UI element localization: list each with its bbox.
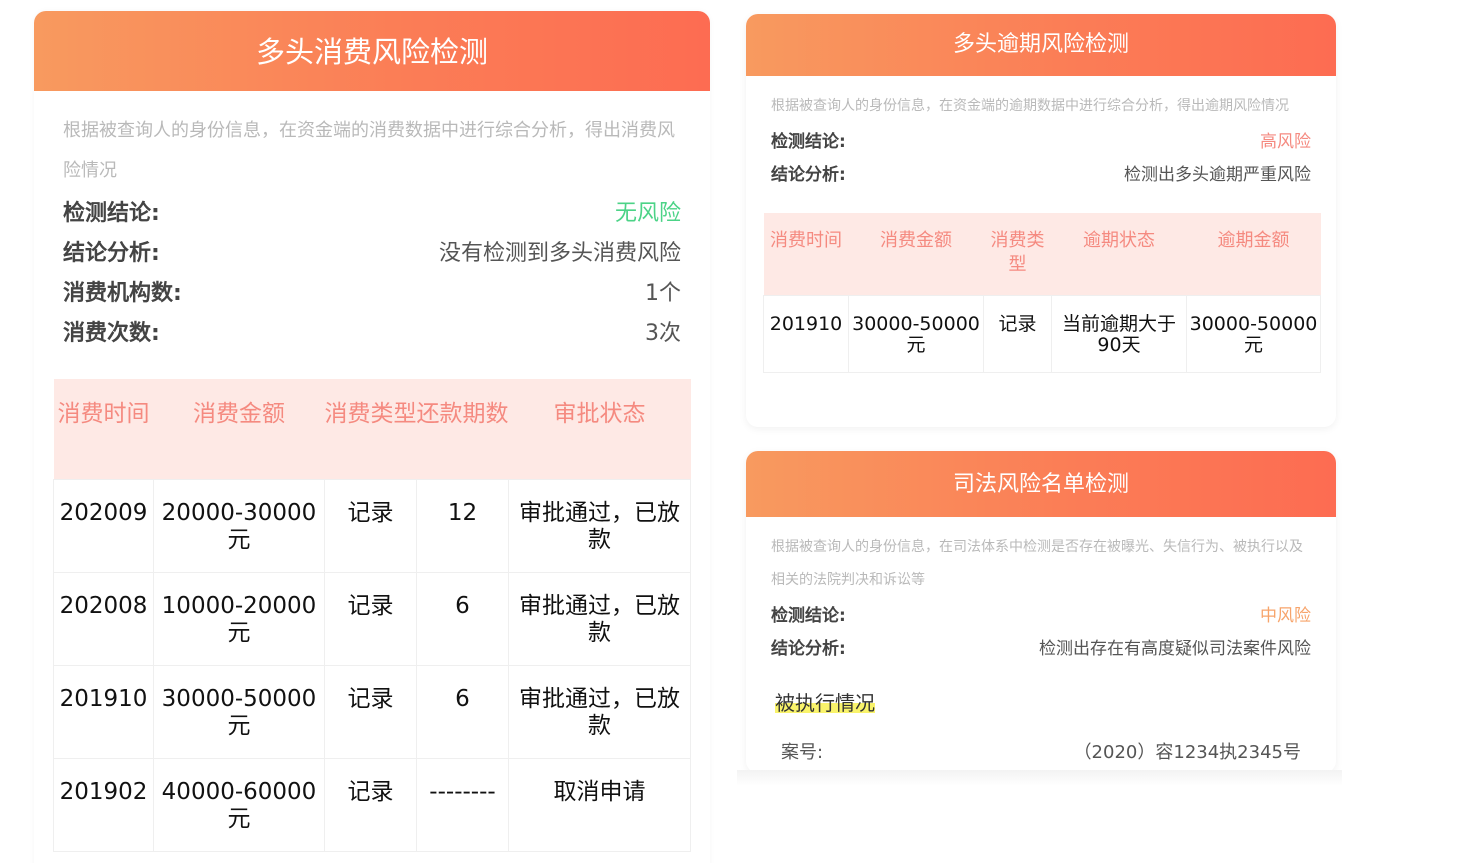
table-cell: 审批通过，已放款	[508, 664, 691, 759]
table-cell: 取消申请	[508, 757, 691, 852]
result-label: 消费机构数:	[63, 281, 182, 306]
result-row: 消费次数: 3次	[63, 311, 681, 351]
table-cell: 记录	[324, 571, 417, 666]
table-cell: 记录	[983, 294, 1052, 373]
result-value: 检测出多头逾期严重风险	[1124, 165, 1311, 185]
table-cell: 记录	[324, 757, 417, 852]
table-cell: 10000-20000元	[153, 571, 325, 666]
column-header: 还款期数	[416, 379, 509, 479]
consumption-risk-card: 多头消费风险检测 根据被查询人的身份信息，在资金端的消费数据中进行综合分析，得出…	[34, 11, 710, 863]
consumption-risk-title: 多头消费风险检测	[34, 11, 710, 91]
overdue-risk-title: 多头逾期风险检测	[746, 14, 1336, 76]
overdue-risk-card: 多头逾期风险检测 根据被查询人的身份信息，在资金端的逾期数据中进行综合分析，得出…	[746, 14, 1336, 427]
column-header: 消费时间	[763, 213, 849, 295]
column-header: 消费时间	[53, 379, 154, 479]
result-row: 检测结论: 无风险	[63, 191, 681, 231]
column-header: 逾期状态	[1051, 213, 1187, 295]
table-cell: 30000-50000元	[1186, 294, 1321, 373]
table-cell: 201910	[763, 294, 849, 373]
table-cell: 审批通过，已放款	[508, 478, 691, 573]
result-label: 结论分析:	[771, 639, 846, 659]
table-cell: 记录	[324, 478, 417, 573]
table-cell: 6	[416, 664, 509, 759]
case-number-label: 案号:	[781, 742, 824, 763]
result-value: 高风险	[1260, 132, 1311, 152]
result-row: 结论分析: 检测出多头逾期严重风险	[771, 156, 1311, 189]
judicial-risk-fields: 检测结论: 中风险结论分析: 检测出存在有高度疑似司法案件风险	[771, 597, 1311, 663]
table-cell: 202009	[53, 478, 154, 573]
result-value: 无风险	[614, 201, 681, 226]
result-value: 中风险	[1260, 606, 1311, 626]
result-row: 检测结论: 高风险	[771, 123, 1311, 156]
column-header: 审批状态	[508, 379, 691, 479]
table-cell: 30000-50000元	[153, 664, 325, 759]
consumption-risk-description: 根据被查询人的身份信息，在资金端的消费数据中进行综合分析，得出消费风险情况	[63, 120, 675, 181]
judicial-risk-card: 司法风险名单检测 根据被查询人的身份信息，在司法体系中检测是否存在被曝光、失信行…	[746, 451, 1336, 773]
result-row: 结论分析: 没有检测到多头消费风险	[63, 231, 681, 271]
judicial-risk-description: 根据被查询人的身份信息，在司法体系中检测是否存在被曝光、失信行为、被执行以及相关…	[771, 539, 1303, 588]
table-row: 201910 30000-50000元 记录 当前逾期大于90天 30000-50000…	[763, 294, 1321, 373]
result-value: 3次	[645, 321, 681, 346]
overdue-table: 消费时间 消费金额 消费类型 逾期状态 逾期金额 201910 30000-50000元记…	[763, 213, 1321, 373]
result-label: 检测结论:	[771, 606, 846, 626]
column-header: 消费金额	[153, 379, 325, 479]
table-cell: 审批通过，已放款	[508, 571, 691, 666]
table-cell: 记录	[324, 664, 417, 759]
table-row: 201910 30000-50000元 记录 6 审批通过，已放款	[53, 664, 691, 759]
result-label: 结论分析:	[63, 241, 160, 266]
table-cell: --------	[416, 757, 509, 852]
result-row: 结论分析: 检测出存在有高度疑似司法案件风险	[771, 630, 1311, 663]
column-header: 消费类型	[983, 213, 1052, 295]
case-number-row: 案号: （2020）容1234执2345号	[771, 738, 1311, 764]
consumption-risk-fields: 检测结论: 无风险结论分析: 没有检测到多头消费风险消费机构数: 1个消费次数: 3次	[63, 191, 681, 351]
result-row: 检测结论: 中风险	[771, 597, 1311, 630]
table-row: 202008 10000-20000元 记录 6 审批通过，已放款	[53, 571, 691, 666]
scroll-fade	[737, 770, 1342, 786]
result-value: 没有检测到多头消费风险	[438, 241, 681, 266]
result-label: 检测结论:	[771, 132, 846, 152]
table-cell: 当前逾期大于90天	[1051, 294, 1187, 373]
table-cell: 6	[416, 571, 509, 666]
judicial-risk-title: 司法风险名单检测	[746, 451, 1336, 517]
result-row: 消费机构数: 1个	[63, 271, 681, 311]
column-header: 逾期金额	[1186, 213, 1321, 295]
table-row: 201902 40000-60000元 记录 -------- 取消申请	[53, 757, 691, 852]
consumption-table-header: 消费时间 消费金额 消费类型 还款期数 审批状态	[53, 379, 691, 479]
overdue-table-header: 消费时间 消费金额 消费类型 逾期状态 逾期金额	[763, 213, 1321, 295]
result-label: 结论分析:	[771, 165, 846, 185]
result-label: 检测结论:	[63, 201, 160, 226]
overdue-risk-description: 根据被查询人的身份信息，在资金端的逾期数据中进行综合分析，得出逾期风险情况	[771, 98, 1289, 114]
result-label: 消费次数:	[63, 321, 160, 346]
case-number-value: （2020）容1234执2345号	[1073, 742, 1301, 763]
table-cell: 12	[416, 478, 509, 573]
result-value: 检测出存在有高度疑似司法案件风险	[1039, 639, 1311, 659]
table-cell: 202008	[53, 571, 154, 666]
enforcement-section-title: 被执行情况	[775, 687, 875, 716]
result-value: 1个	[645, 281, 681, 306]
column-header: 消费金额	[848, 213, 984, 295]
table-cell: 201902	[53, 757, 154, 852]
table-cell: 201910	[53, 664, 154, 759]
table-cell: 40000-60000元	[153, 757, 325, 852]
table-cell: 30000-50000元	[848, 294, 984, 373]
table-cell: 20000-30000元	[153, 478, 325, 573]
overdue-risk-fields: 检测结论: 高风险结论分析: 检测出多头逾期严重风险	[771, 123, 1311, 189]
column-header: 消费类型	[324, 379, 417, 479]
table-row: 202009 20000-30000元 记录 12 审批通过，已放款	[53, 478, 691, 573]
consumption-table: 消费时间 消费金额 消费类型 还款期数 审批状态 202009 20000-30000元记…	[53, 379, 691, 852]
